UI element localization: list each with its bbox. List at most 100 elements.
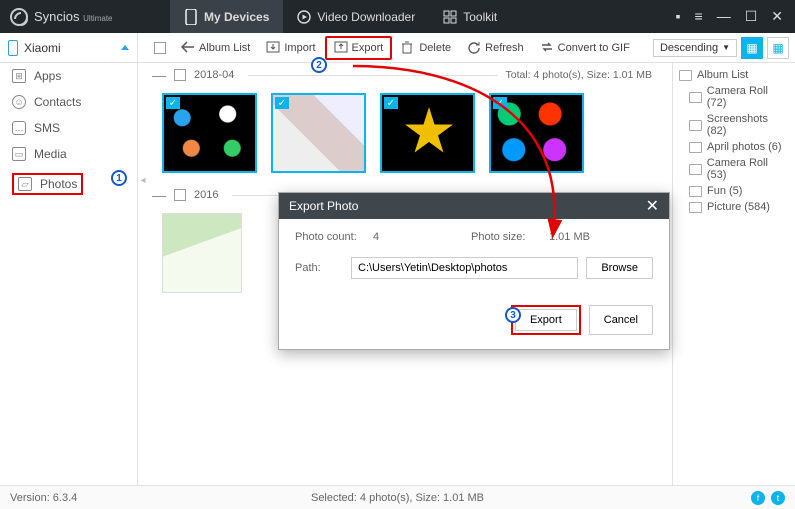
album-item[interactable]: Camera Roll (53) bbox=[679, 155, 789, 183]
btn-label: Export bbox=[352, 42, 384, 54]
album-list-header[interactable]: Album List bbox=[679, 67, 789, 83]
dialog-info-row: Photo count: 4 Photo size: 1.01 MB bbox=[295, 231, 653, 243]
album-item[interactable]: Fun (5) bbox=[679, 183, 789, 199]
maximize-icon[interactable]: ☐ bbox=[745, 8, 758, 25]
sidebar-label: Photos bbox=[40, 177, 77, 191]
size-label: Photo size: bbox=[471, 231, 541, 243]
phone-icon bbox=[184, 10, 198, 24]
annotation-1: 1 bbox=[111, 170, 127, 186]
album-label: Camera Roll (72) bbox=[707, 85, 789, 109]
chat-icon[interactable]: ▪ bbox=[676, 8, 681, 25]
titlebar: Syncios Ultimate My Devices Video Downlo… bbox=[0, 0, 795, 33]
selection-status: Selected: 4 photo(s), Size: 1.01 MB bbox=[311, 492, 484, 504]
photo-thumbnail[interactable]: ✓ bbox=[162, 93, 257, 173]
sidebar-label: Media bbox=[34, 147, 67, 161]
close-icon[interactable]: ✕ bbox=[771, 8, 783, 25]
photo-thumbnail[interactable]: ✓ bbox=[380, 93, 475, 173]
apps-icon: ⊞ bbox=[12, 69, 26, 83]
photo-thumbnail[interactable]: ✓ bbox=[489, 93, 584, 173]
export-button[interactable]: Export bbox=[325, 36, 393, 60]
refresh-button[interactable]: Refresh bbox=[460, 38, 531, 58]
album-list-button[interactable]: Album List bbox=[174, 38, 257, 58]
twitter-icon[interactable]: t bbox=[771, 491, 785, 505]
photo-thumbnail[interactable]: ✓ bbox=[271, 93, 366, 173]
sidebar-item-apps[interactable]: ⊞ Apps bbox=[0, 63, 137, 89]
view-calendar-button[interactable]: ▦ bbox=[767, 37, 789, 59]
dialog-footer: 3 Export Cancel bbox=[279, 297, 669, 349]
social-links: f t bbox=[751, 491, 785, 505]
sidebar-label: SMS bbox=[34, 121, 60, 135]
album-header-label: Album List bbox=[697, 69, 748, 81]
tab-label: My Devices bbox=[204, 10, 269, 24]
delete-button[interactable]: Delete bbox=[394, 38, 458, 58]
count-value: 4 bbox=[373, 231, 463, 243]
sidebar-item-photos[interactable]: ▱ Photos 1 bbox=[0, 167, 137, 201]
back-icon bbox=[181, 41, 195, 55]
dialog-cancel-button[interactable]: Cancel bbox=[589, 305, 653, 335]
calendar-icon: ▦ bbox=[772, 41, 783, 55]
browse-button[interactable]: Browse bbox=[586, 257, 653, 279]
view-grid-button[interactable]: ▦ bbox=[741, 37, 763, 59]
sort-dropdown[interactable]: Descending ▼ bbox=[653, 39, 737, 57]
sidebar-item-media[interactable]: ▭ Media bbox=[0, 141, 137, 167]
main-tabs: My Devices Video Downloader Toolkit bbox=[170, 0, 511, 33]
version-label: Version: 6.3.4 bbox=[10, 492, 77, 504]
group-checkbox[interactable] bbox=[174, 189, 186, 201]
import-icon bbox=[266, 41, 280, 55]
menu-icon[interactable]: ≡ bbox=[695, 8, 703, 25]
tab-toolkit[interactable]: Toolkit bbox=[429, 0, 511, 33]
path-input[interactable] bbox=[351, 257, 578, 279]
collapse-toggle[interactable]: — bbox=[152, 187, 166, 203]
dialog-close-icon[interactable]: ✕ bbox=[646, 196, 659, 216]
chevron-down-icon: ▼ bbox=[722, 43, 730, 52]
image-icon bbox=[689, 120, 702, 131]
import-button[interactable]: Import bbox=[259, 38, 322, 58]
image-icon bbox=[689, 202, 702, 213]
convert-icon bbox=[540, 41, 554, 55]
device-selector[interactable]: Xiaomi bbox=[0, 33, 138, 63]
sidebar-item-contacts[interactable]: ☺ Contacts bbox=[0, 89, 137, 115]
album-item[interactable]: Picture (584) bbox=[679, 199, 789, 215]
btn-label: Refresh bbox=[485, 42, 524, 54]
select-all-checkbox[interactable] bbox=[154, 42, 166, 54]
photo-thumbnail[interactable] bbox=[162, 213, 242, 293]
btn-label: Import bbox=[284, 42, 315, 54]
check-icon: ✓ bbox=[166, 97, 180, 109]
tab-video-downloader[interactable]: Video Downloader bbox=[283, 0, 429, 33]
contacts-icon: ☺ bbox=[12, 95, 26, 109]
media-icon: ▭ bbox=[12, 147, 26, 161]
chevron-up-icon bbox=[121, 45, 129, 50]
thumb-row: ✓ ✓ ✓ ✓ bbox=[138, 87, 672, 183]
sort-label: Descending bbox=[660, 42, 718, 54]
sidebar-item-sms[interactable]: … SMS bbox=[0, 115, 137, 141]
convert-gif-button[interactable]: Convert to GIF bbox=[533, 38, 637, 58]
divider bbox=[248, 75, 497, 76]
device-phone-icon bbox=[8, 40, 18, 56]
syncios-icon bbox=[10, 8, 28, 26]
album-item[interactable]: April photos (6) bbox=[679, 139, 789, 155]
export-dialog: Export Photo ✕ Photo count: 4 Photo size… bbox=[278, 192, 670, 350]
group-total: Total: 4 photo(s), Size: 1.01 MB bbox=[506, 69, 659, 81]
sidebar-label: Apps bbox=[34, 69, 61, 83]
minimize-icon[interactable]: — bbox=[717, 8, 731, 25]
export-highlight: Export bbox=[511, 305, 581, 335]
play-icon bbox=[297, 10, 311, 24]
dialog-title: Export Photo bbox=[289, 199, 358, 213]
group-checkbox[interactable] bbox=[174, 69, 186, 81]
dialog-export-button[interactable]: Export bbox=[515, 309, 577, 331]
status-bar: Version: 6.3.4 Selected: 4 photo(s), Siz… bbox=[0, 485, 795, 509]
sidebar-label: Contacts bbox=[34, 95, 81, 109]
image-icon bbox=[689, 142, 702, 153]
check-icon: ✓ bbox=[493, 97, 507, 109]
tab-my-devices[interactable]: My Devices bbox=[170, 0, 283, 33]
album-label: April photos (6) bbox=[707, 141, 782, 153]
group-label: 2018-04 bbox=[194, 69, 234, 81]
facebook-icon[interactable]: f bbox=[751, 491, 765, 505]
toolbar: Xiaomi Album List Import Export 2 Delete… bbox=[0, 33, 795, 63]
album-item[interactable]: Camera Roll (72) bbox=[679, 83, 789, 111]
btn-label: Album List bbox=[199, 42, 250, 54]
album-item[interactable]: Screenshots (82) bbox=[679, 111, 789, 139]
collapse-toggle[interactable]: — bbox=[152, 67, 166, 83]
grid-icon bbox=[443, 10, 457, 24]
album-label: Fun (5) bbox=[707, 185, 742, 197]
